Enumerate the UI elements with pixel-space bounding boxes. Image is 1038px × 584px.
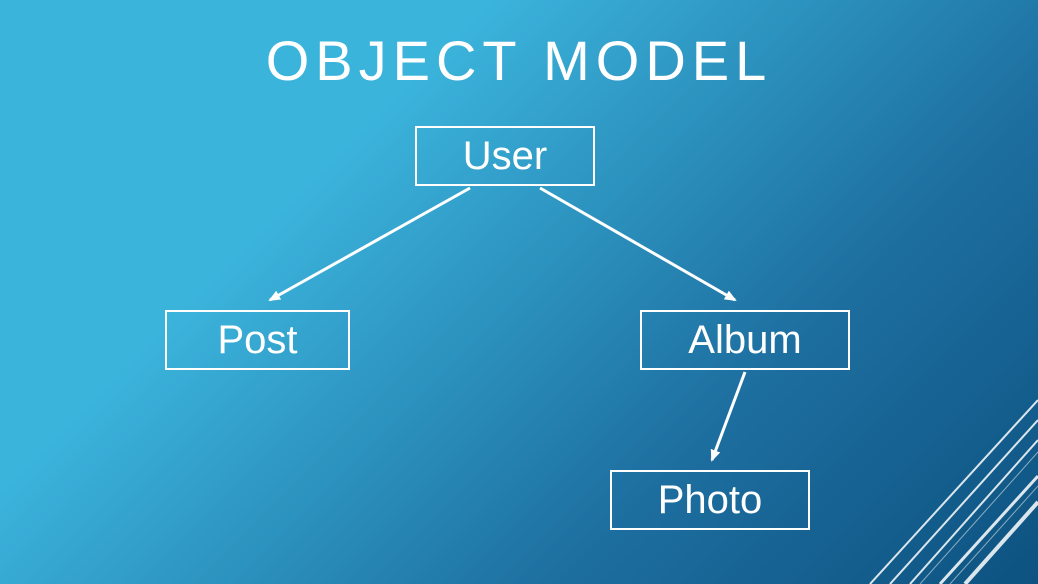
node-album: Album xyxy=(640,310,850,370)
slide-title: OBJECT MODEL xyxy=(0,28,1038,93)
node-photo-label: Photo xyxy=(658,478,763,523)
edge-user-post xyxy=(270,188,470,300)
node-photo: Photo xyxy=(610,470,810,530)
edge-user-album xyxy=(540,188,735,300)
node-post: Post xyxy=(165,310,350,370)
node-user: User xyxy=(415,126,595,186)
edge-album-photo xyxy=(712,372,745,460)
node-user-label: User xyxy=(463,134,547,179)
node-post-label: Post xyxy=(217,318,297,363)
node-album-label: Album xyxy=(688,318,801,363)
